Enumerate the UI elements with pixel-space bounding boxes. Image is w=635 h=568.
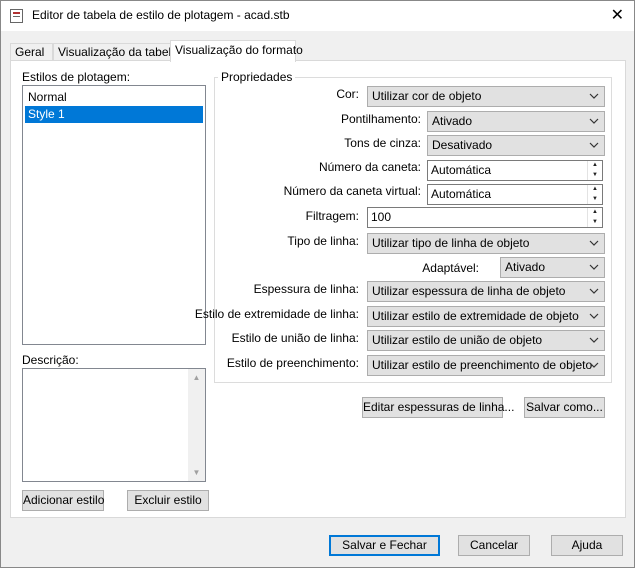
spin-up-icon[interactable]: ▲	[588, 161, 602, 170]
chevron-down-icon	[589, 356, 599, 375]
spin-up-icon[interactable]: ▲	[588, 208, 602, 217]
add-style-button[interactable]: Adicionar estilo	[22, 490, 104, 511]
lineweight-select[interactable]: Utilizar espessura de linha de objeto	[367, 281, 605, 302]
grayscale-value: Desativado	[432, 138, 493, 152]
joinstyle-value: Utilizar estilo de união de objeto	[372, 333, 543, 347]
tab-general[interactable]: Geral	[10, 43, 53, 61]
screening-label: Filtragem:	[305, 209, 359, 223]
properties-title: Propriedades	[218, 70, 296, 84]
joinstyle-label: Estilo de união de linha:	[231, 331, 359, 345]
linetype-select[interactable]: Utilizar tipo de linha de objeto	[367, 233, 605, 254]
app-icon	[10, 9, 23, 23]
dither-value: Ativado	[432, 114, 473, 128]
scroll-up-icon[interactable]: ▲	[188, 369, 205, 386]
fillstyle-label: Estilo de preenchimento:	[226, 356, 359, 370]
tab-table-view[interactable]: Visualização da tabela	[53, 43, 178, 61]
fillstyle-select[interactable]: Utilizar estilo de preenchimento de obje…	[367, 355, 605, 376]
lineweight-label: Espessura de linha:	[253, 282, 359, 296]
chevron-down-icon	[589, 331, 599, 350]
tab-form-view[interactable]: Visualização do formato	[170, 40, 303, 62]
save-and-close-button[interactable]: Salvar e Fechar	[329, 535, 440, 556]
adaptive-value: Ativado	[505, 260, 546, 274]
delete-style-button[interactable]: Excluir estilo	[127, 490, 209, 511]
virtual-pen-label: Número da caneta virtual:	[283, 184, 421, 198]
adaptive-label: Adaptável:	[422, 261, 479, 275]
styles-label: Estilos de plotagem:	[22, 70, 131, 84]
save-as-button[interactable]: Salvar como...	[524, 397, 605, 418]
grayscale-label: Tons de cinza:	[344, 136, 421, 150]
pen-number-label: Número da caneta:	[318, 160, 421, 174]
chevron-down-icon	[589, 307, 599, 326]
color-label: Cor:	[336, 87, 359, 101]
screening-stepper[interactable]: 100 ▲ ▼	[367, 207, 603, 228]
list-item[interactable]: Style 1	[25, 106, 203, 123]
lineweight-value: Utilizar espessura de linha de objeto	[372, 284, 566, 298]
color-select[interactable]: Utilizar cor de objeto	[367, 86, 605, 107]
scroll-down-icon[interactable]: ▼	[188, 464, 205, 481]
styles-list[interactable]: Normal Style 1	[22, 85, 206, 345]
linetype-label: Tipo de linha:	[287, 234, 359, 248]
spin-down-icon[interactable]: ▼	[588, 195, 602, 204]
joinstyle-select[interactable]: Utilizar estilo de união de objeto	[367, 330, 605, 351]
spin-up-icon[interactable]: ▲	[588, 185, 602, 194]
virtual-pen-value: Automática	[431, 187, 492, 201]
chevron-down-icon	[589, 112, 599, 131]
adaptive-select[interactable]: Ativado	[500, 257, 605, 278]
screening-value: 100	[371, 210, 392, 224]
list-item[interactable]: Normal	[23, 89, 205, 106]
color-value: Utilizar cor de objeto	[372, 89, 482, 103]
chevron-down-icon	[589, 234, 599, 253]
description-scrollbar[interactable]: ▲ ▼	[188, 369, 205, 481]
close-icon[interactable]: ✕	[611, 5, 624, 24]
help-button[interactable]: Ajuda	[551, 535, 623, 556]
edit-lineweights-button[interactable]: Editar espessuras de linha...	[362, 397, 514, 418]
chevron-down-icon	[589, 282, 599, 301]
fillstyle-value: Utilizar estilo de preenchimento de obje…	[372, 358, 593, 372]
linetype-value: Utilizar tipo de linha de objeto	[372, 236, 530, 250]
chevron-down-icon	[589, 136, 599, 155]
endstyle-label: Estilo de extremidade de linha:	[194, 307, 359, 321]
virtual-pen-stepper[interactable]: Automática ▲ ▼	[427, 184, 603, 205]
cancel-button[interactable]: Cancelar	[458, 535, 530, 556]
spin-down-icon[interactable]: ▼	[588, 171, 602, 180]
spin-down-icon[interactable]: ▼	[588, 218, 602, 227]
pen-number-value: Automática	[431, 163, 492, 177]
chevron-down-icon	[589, 258, 599, 277]
endstyle-value: Utilizar estilo de extremidade de objeto	[372, 309, 579, 323]
dither-label: Pontilhamento:	[340, 112, 421, 126]
dither-select[interactable]: Ativado	[427, 111, 605, 132]
window-title: Editor de tabela de estilo de plotagem -…	[32, 8, 290, 22]
description-label: Descrição:	[22, 353, 79, 367]
chevron-down-icon	[589, 87, 599, 106]
dialog-window: Editor de tabela de estilo de plotagem -…	[0, 0, 635, 568]
description-field[interactable]: ▲ ▼	[22, 368, 206, 482]
grayscale-select[interactable]: Desativado	[427, 135, 605, 156]
pen-number-stepper[interactable]: Automática ▲ ▼	[427, 160, 603, 181]
endstyle-select[interactable]: Utilizar estilo de extremidade de objeto	[367, 306, 605, 327]
title-bar: Editor de tabela de estilo de plotagem -…	[1, 1, 634, 31]
